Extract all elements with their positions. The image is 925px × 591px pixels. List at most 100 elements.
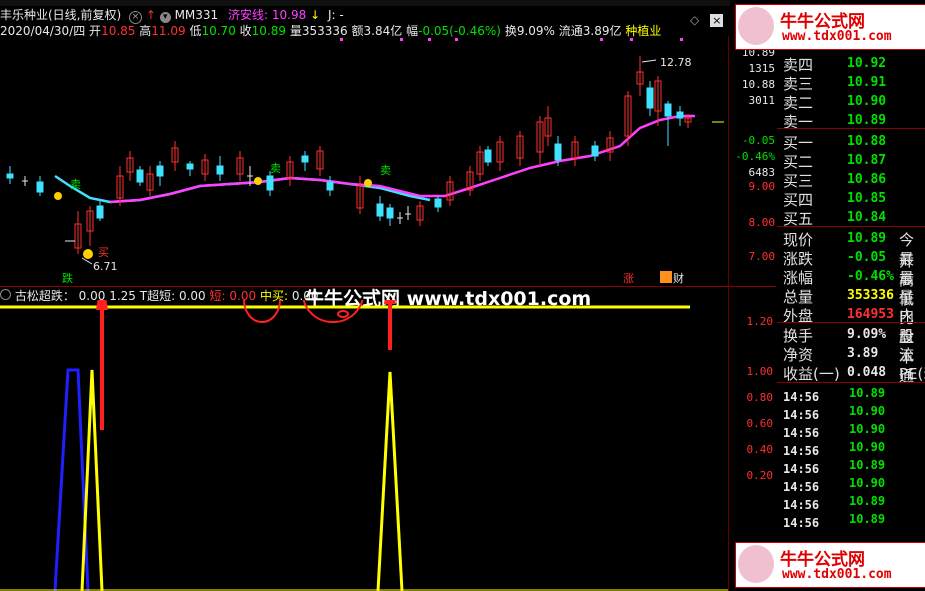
finance-tag: 财 <box>673 271 684 285</box>
stat2-right-label: PE(动 <box>899 365 925 383</box>
tick-row: 14:56 10.90 <box>783 404 885 423</box>
indicator-name[interactable]: MM331 <box>175 8 219 22</box>
buy-label: 买一 <box>783 134 814 152</box>
fall-tag: 跌 <box>62 271 73 285</box>
tick-time: 14:56 <box>783 480 820 494</box>
window-close-icon[interactable]: × <box>710 14 724 27</box>
axis-label: 1315 <box>748 62 776 75</box>
tick-time: 14:56 <box>783 498 820 512</box>
buy-label: 买二 <box>783 153 814 171</box>
watermark-bottom: 牛牛公式网 www.tdx001.com <box>735 542 925 588</box>
safety-line-label: 济安线: <box>228 8 269 22</box>
buy-signal-label: 买 <box>98 246 109 259</box>
cow-logo-icon <box>738 545 774 583</box>
watermark-top-url: www.tdx001.com <box>782 29 892 44</box>
stat-row: 涨跌 -0.05 最高 <box>783 248 914 289</box>
buy-price: 10.87 <box>847 153 887 168</box>
divider <box>777 128 925 129</box>
stat2-value: 3.89 <box>847 346 879 361</box>
high-marker-label: 12.78 <box>660 56 692 69</box>
close-icon[interactable]: × <box>129 11 143 24</box>
sell-price: 10.90 <box>847 94 887 109</box>
settings-icon[interactable]: ▾ <box>159 12 171 23</box>
sub-panel-icon[interactable] <box>0 289 11 300</box>
tick-price: 10.89 <box>849 512 886 526</box>
stat-row: 现价 10.89 今开 <box>783 229 914 270</box>
sub-axis-label: 1.20 <box>746 315 774 328</box>
annotation-circle-1 <box>243 300 281 323</box>
axis-label: -0.46% <box>735 150 775 163</box>
sell-label: 卖三 <box>783 75 814 93</box>
divider <box>777 382 925 383</box>
axis-label: -0.05 <box>741 134 775 147</box>
tick-time: 14:56 <box>783 390 820 404</box>
tick-price: 10.90 <box>849 440 886 454</box>
sell-row[interactable]: 卖四 10.92 <box>783 54 886 75</box>
yellow-signal-line-1 <box>80 369 104 591</box>
axis-label: 10.88 <box>741 78 775 91</box>
tick-time: 14:56 <box>783 426 820 440</box>
stat2-value: 9.09% <box>847 327 887 342</box>
quote-panel: 牛牛公式网 www.tdx001.com 卖四 10.92 卖三 10.91 卖二 1… <box>735 0 925 591</box>
tick-price: 10.89 <box>849 494 886 508</box>
stat-label: 涨幅 <box>783 269 814 287</box>
sell-marker-icon-1 <box>54 192 62 200</box>
tick-row: 14:56 10.90 <box>783 440 885 459</box>
sell-signal-3: 卖 <box>380 164 391 177</box>
buy-row[interactable]: 买一 10.88 <box>783 132 886 153</box>
safety-line-value: 10.98 <box>271 8 307 22</box>
sell-marker-icon-3 <box>364 179 372 187</box>
stat-value: 164953 <box>847 307 894 322</box>
sell-marker-icon-2 <box>254 177 262 185</box>
buy-signal-icon <box>83 249 93 259</box>
ma-line-cyan <box>54 174 431 204</box>
stat-value: 10.89 <box>847 231 887 246</box>
axis-label: 6483 <box>748 166 776 179</box>
tick-price: 10.89 <box>849 458 886 472</box>
buy-price: 10.86 <box>847 172 887 187</box>
arrow-up-icon: ↑ <box>145 8 156 22</box>
stat-label: 现价 <box>783 231 814 249</box>
stat2-value: 0.048 <box>847 365 887 380</box>
stat2-row: 净资 3.89 流通 <box>783 344 914 385</box>
sell-row[interactable]: 卖二 10.90 <box>783 92 886 113</box>
arrow-down-icon: ↓ <box>310 8 321 22</box>
arrow-up-icon-1 <box>96 300 108 430</box>
watermark-top: 牛牛公式网 www.tdx001.com <box>735 4 925 50</box>
kline-chart[interactable]: 12.78 6.71 买 卖 卖 卖 跌 涨 财 <box>0 36 728 286</box>
sell-signal-1: 卖 <box>70 178 81 191</box>
header-row-1: 丰乐种业(日线,前复权) × ↑ ▾ MM331 济安线: 10.98 ↓ J:… <box>0 8 344 24</box>
sub-axis-label: 0.40 <box>746 443 774 456</box>
watermark-bottom-url: www.tdx001.com <box>782 567 892 582</box>
buy-row[interactable]: 买四 10.85 <box>783 189 886 210</box>
tick-time: 14:56 <box>783 462 820 476</box>
buy-price: 10.88 <box>847 134 887 149</box>
sell-signal-2: 卖 <box>270 162 281 175</box>
buy-row[interactable]: 买三 10.86 <box>783 170 886 191</box>
axis-label: 8.00 <box>748 216 776 229</box>
stat-value: -0.05 <box>847 250 887 265</box>
stat-value: -0.46% <box>847 269 894 284</box>
sub-axis-label: 0.60 <box>746 417 774 430</box>
axis-label: 9.00 <box>748 180 776 193</box>
diamond-icon[interactable]: ◇ <box>690 13 699 27</box>
stat-value: 353336 <box>847 288 894 303</box>
buy-row[interactable]: 买二 10.87 <box>783 151 886 172</box>
rise-tag: 涨 <box>623 272 634 285</box>
tick-row: 14:56 10.89 <box>783 494 885 513</box>
annotation-circle-2 <box>302 300 364 323</box>
sub-axis-label: 0.80 <box>746 391 774 404</box>
sell-row[interactable]: 卖三 10.91 <box>783 73 886 94</box>
stock-name[interactable]: 丰乐种业(日线,前复权) <box>0 8 121 22</box>
tick-row: 14:56 10.89 <box>783 458 885 477</box>
tick-price: 10.90 <box>849 422 886 436</box>
sell-price: 10.89 <box>847 113 887 128</box>
tick-time: 14:56 <box>783 408 820 422</box>
top-menu <box>0 0 730 6</box>
sell-label: 卖二 <box>783 94 814 112</box>
j-value: J: - <box>327 8 344 22</box>
sub-axis-label: 0.20 <box>746 469 774 482</box>
sub-indicator-chart[interactable] <box>0 300 728 591</box>
sell-label: 卖四 <box>783 56 814 74</box>
price-axis: 10.89 1315 10.88 3011 -0.05 -0.46% 6483 … <box>728 36 778 286</box>
